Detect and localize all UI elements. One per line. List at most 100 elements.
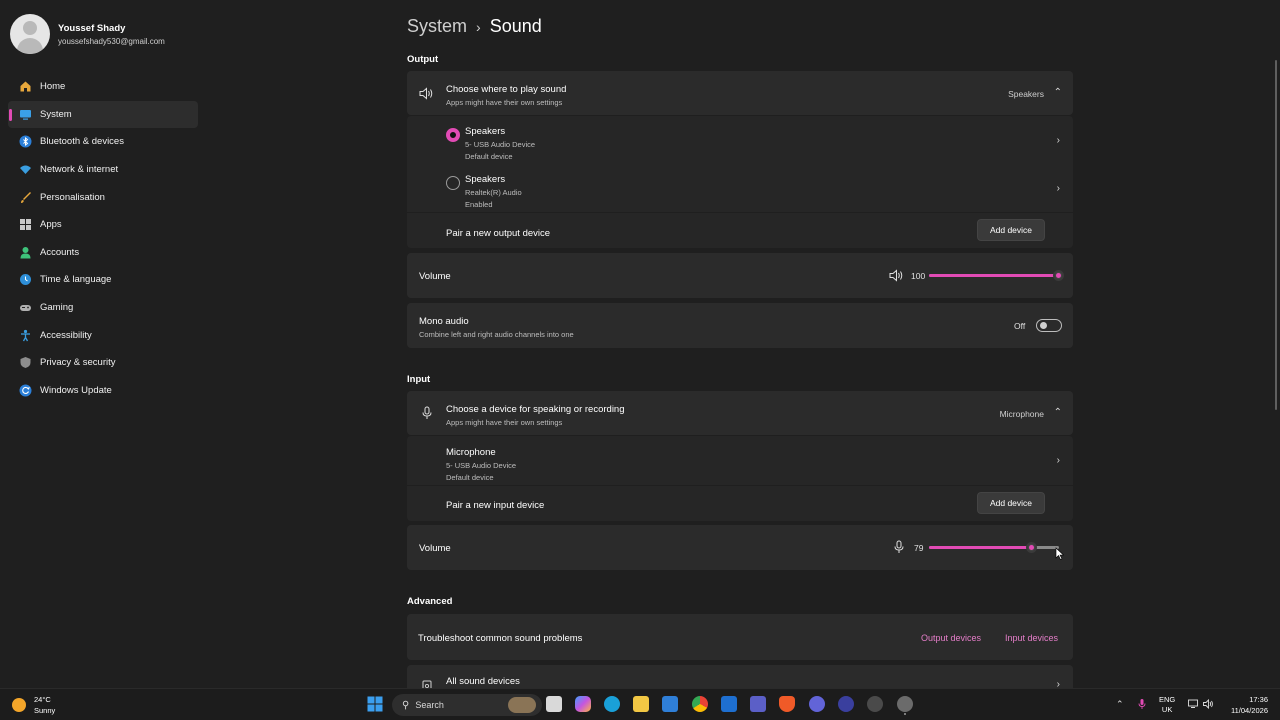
chevron-right-icon[interactable]: › bbox=[1057, 135, 1060, 146]
sidebar-item-home[interactable]: Home bbox=[8, 73, 198, 101]
mono-audio-state: Off bbox=[1014, 321, 1026, 331]
task-view-icon[interactable] bbox=[546, 696, 562, 712]
output-volume-fill bbox=[929, 274, 1059, 277]
edge-icon[interactable] bbox=[604, 696, 620, 712]
input-choose-subtitle: Apps might have their own settings bbox=[446, 418, 563, 427]
search-highlight-image bbox=[508, 697, 536, 713]
speaker-volume-icon[interactable] bbox=[889, 269, 904, 287]
add-output-device-button[interactable]: Add device bbox=[977, 219, 1045, 241]
sidebar-item-system[interactable]: System bbox=[8, 100, 198, 129]
input-volume-slider[interactable] bbox=[929, 542, 1059, 553]
store-icon[interactable] bbox=[662, 696, 678, 712]
troubleshoot-label: Troubleshoot common sound problems bbox=[418, 633, 583, 644]
sidebar-item-windows-update[interactable]: Windows Update bbox=[8, 377, 198, 405]
brave-icon[interactable] bbox=[779, 696, 795, 712]
sidebar: Youssef Shady youssefshady530@gmail.com … bbox=[0, 0, 205, 688]
input-devices-link[interactable]: Input devices bbox=[1005, 633, 1058, 643]
volume-icon[interactable] bbox=[1203, 698, 1214, 711]
avatar bbox=[10, 14, 50, 54]
output-device-radio[interactable] bbox=[446, 128, 460, 142]
pair-input-row: Pair a new input device Add device bbox=[407, 485, 1073, 521]
chrome-icon[interactable] bbox=[692, 696, 708, 712]
output-choose-subtitle: Apps might have their own settings bbox=[446, 98, 563, 107]
chevron-right-icon[interactable]: › bbox=[1057, 183, 1060, 194]
accessibility-icon bbox=[18, 328, 32, 342]
output-device-radio[interactable] bbox=[446, 176, 460, 190]
sidebar-item-apps[interactable]: Apps bbox=[8, 211, 198, 239]
input-volume-thumb[interactable] bbox=[1025, 542, 1037, 553]
sidebar-item-time-language[interactable]: Time & language bbox=[8, 266, 198, 294]
sidebar-item-privacy[interactable]: Privacy & security bbox=[8, 349, 198, 377]
search-icon: ⚲ bbox=[402, 699, 410, 711]
input-device-selector[interactable]: Choose a device for speaking or recordin… bbox=[407, 391, 1073, 435]
app-circle-icon[interactable] bbox=[838, 696, 854, 712]
sidebar-nav: Home System Bluetooth & devices Network … bbox=[8, 73, 198, 404]
sidebar-item-personalisation[interactable]: Personalisation bbox=[8, 183, 198, 211]
network-icon[interactable] bbox=[1188, 699, 1198, 711]
shield-icon bbox=[18, 356, 32, 370]
output-volume-label: Volume bbox=[419, 271, 451, 282]
chevron-right-icon[interactable]: › bbox=[1057, 455, 1060, 466]
search-placeholder: Search bbox=[415, 700, 444, 710]
apps-icon bbox=[18, 218, 32, 232]
profile-email: youssefshady530@gmail.com bbox=[58, 36, 165, 46]
outlook-icon[interactable] bbox=[721, 696, 737, 712]
input-device-name: Microphone bbox=[446, 447, 496, 458]
sidebar-item-label: Bluetooth & devices bbox=[40, 136, 124, 148]
weather-widget[interactable]: 24°C Sunny bbox=[12, 694, 55, 716]
all-sound-devices-row[interactable]: All sound devices › bbox=[407, 665, 1073, 691]
chevron-up-icon[interactable]: ⌃ bbox=[1054, 87, 1062, 98]
tray-microphone-icon[interactable] bbox=[1138, 698, 1146, 712]
clock-time: 17:36 bbox=[1249, 695, 1268, 704]
sidebar-item-network[interactable]: Network & internet bbox=[8, 156, 198, 184]
teams-icon[interactable] bbox=[750, 696, 766, 712]
discord-icon[interactable] bbox=[809, 696, 825, 712]
sidebar-item-label: Time & language bbox=[40, 274, 112, 286]
sidebar-item-label: Home bbox=[40, 81, 66, 93]
mono-audio-toggle[interactable] bbox=[1036, 319, 1062, 332]
output-devices-link[interactable]: Output devices bbox=[921, 633, 981, 643]
language-indicator[interactable]: ENG UK bbox=[1159, 695, 1175, 715]
output-volume-slider[interactable] bbox=[929, 270, 1064, 281]
taskbar-search[interactable]: ⚲ Search bbox=[392, 694, 542, 716]
file-explorer-icon[interactable] bbox=[633, 696, 649, 712]
output-device-speakers-realtek[interactable]: Speakers Realtek(R) Audio Enabled › bbox=[407, 164, 1073, 212]
input-section-title: Input bbox=[407, 374, 431, 385]
microphone-volume-icon[interactable] bbox=[894, 540, 904, 559]
pair-output-row: Pair a new output device Add device bbox=[407, 212, 1073, 248]
input-device-microphone[interactable]: Microphone 5- USB Audio Device Default d… bbox=[407, 436, 1073, 485]
output-device-line2: Enabled bbox=[465, 200, 493, 209]
sidebar-item-accessibility[interactable]: Accessibility bbox=[8, 321, 198, 349]
sidebar-item-gaming[interactable]: Gaming bbox=[8, 294, 198, 322]
output-volume-value: 100 bbox=[911, 271, 926, 281]
scrollbar[interactable] bbox=[1275, 60, 1277, 410]
tray-chevron-up-icon[interactable]: ⌃ bbox=[1116, 699, 1124, 710]
breadcrumb-parent[interactable]: System bbox=[407, 16, 467, 37]
mono-audio-subtitle: Combine left and right audio channels in… bbox=[419, 330, 574, 339]
input-volume-fill bbox=[929, 546, 1032, 549]
user-profile[interactable]: Youssef Shady youssefshady530@gmail.com bbox=[10, 14, 165, 54]
taskbar: 24°C Sunny ⚲ Search ⌃ ENG UK 17:36 11/04… bbox=[0, 688, 1280, 720]
sidebar-item-label: Accounts bbox=[40, 246, 80, 258]
sidebar-item-label: Gaming bbox=[40, 302, 74, 314]
sidebar-item-accounts[interactable]: Accounts bbox=[8, 239, 198, 267]
output-device-selector[interactable]: Choose where to play sound Apps might ha… bbox=[407, 71, 1073, 115]
output-volume-thumb[interactable] bbox=[1053, 270, 1064, 281]
monitor-icon bbox=[18, 107, 32, 121]
person-icon bbox=[18, 245, 32, 259]
bluetooth-icon bbox=[18, 135, 32, 149]
sidebar-item-bluetooth[interactable]: Bluetooth & devices bbox=[8, 128, 198, 156]
weather-temp: 24°C bbox=[34, 695, 51, 704]
app-badge-icon[interactable] bbox=[867, 696, 883, 712]
copilot-icon[interactable] bbox=[575, 696, 591, 712]
input-choose-title: Choose a device for speaking or recordin… bbox=[446, 404, 625, 415]
settings-gear-icon[interactable] bbox=[897, 696, 913, 712]
output-device-speakers-usb[interactable]: Speakers 5- USB Audio Device Default dev… bbox=[407, 116, 1073, 164]
language-line2: UK bbox=[1161, 705, 1173, 714]
start-button-icon[interactable] bbox=[367, 696, 383, 712]
taskbar-clock[interactable]: 17:36 11/04/2026 bbox=[1222, 694, 1268, 716]
output-choose-title: Choose where to play sound bbox=[446, 84, 567, 95]
chevron-up-icon[interactable]: ⌃ bbox=[1054, 407, 1062, 418]
page-title: Sound bbox=[489, 16, 542, 36]
add-input-device-button[interactable]: Add device bbox=[977, 492, 1045, 514]
